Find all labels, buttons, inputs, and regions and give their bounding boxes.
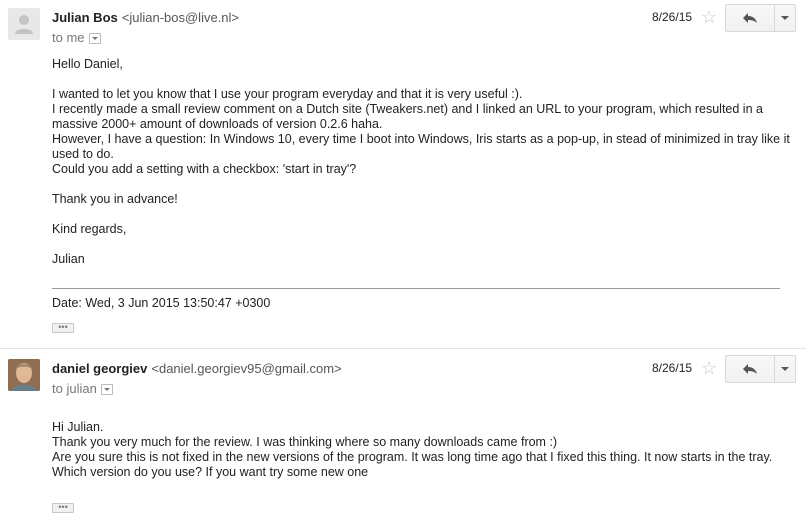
reply-button-group <box>725 4 796 32</box>
star-icon[interactable]: ☆ <box>701 8 717 26</box>
quoted-date: Date: Wed, 3 Jun 2015 13:50:47 +0300 <box>52 296 271 310</box>
message-body: Hi Julian. Thank you very much for the r… <box>52 420 792 480</box>
recipient-summary[interactable]: to me <box>52 30 101 45</box>
star-icon[interactable]: ☆ <box>701 359 717 377</box>
reply-button-group <box>725 355 796 383</box>
reply-button[interactable] <box>726 5 775 31</box>
message-2: daniel georgiev <daniel.georgiev95@gmail.… <box>0 349 806 526</box>
message-date: 8/26/15 <box>652 10 693 24</box>
show-trimmed-content-button[interactable]: ••• <box>52 323 74 333</box>
body-line: Hello Daniel, <box>52 57 123 71</box>
recipient-label: to julian <box>52 381 97 396</box>
body-line: I wanted to let you know that I use your… <box>52 87 523 101</box>
sender[interactable]: Julian Bos <julian-bos@live.nl> <box>52 10 239 25</box>
body-line: Kind regards, <box>52 222 127 236</box>
reply-button[interactable] <box>726 356 775 382</box>
body-line: Hi Julian. <box>52 420 104 434</box>
body-line: Thank you very much for the review. I wa… <box>52 435 558 449</box>
recipient-summary[interactable]: to julian <box>52 381 113 396</box>
sender-name[interactable]: Julian Bos <box>52 10 118 25</box>
person-icon <box>15 15 33 34</box>
recipient-label: to me <box>52 30 85 45</box>
message-date: 8/26/15 <box>652 361 693 375</box>
quote-divider <box>52 288 780 289</box>
reply-icon <box>743 364 757 374</box>
avatar[interactable] <box>8 8 40 40</box>
reply-icon <box>743 13 757 23</box>
profile-photo-icon <box>8 359 40 391</box>
message-body: Hello Daniel, I wanted to let you know t… <box>52 57 792 267</box>
sender[interactable]: daniel georgiev <daniel.georgiev95@gmail.… <box>52 361 342 376</box>
body-line: Julian <box>52 252 85 266</box>
avatar[interactable] <box>8 359 40 391</box>
sender-email: <daniel.georgiev95@gmail.com> <box>151 361 342 376</box>
show-details-icon[interactable] <box>88 33 101 45</box>
body-line: Are you sure this is not fixed in the ne… <box>52 450 773 479</box>
sender-name[interactable]: daniel georgiev <box>52 361 147 376</box>
show-trimmed-content-button[interactable]: ••• <box>52 503 74 513</box>
message-1: Julian Bos <julian-bos@live.nl> to me 8/2… <box>0 0 806 348</box>
body-line: However, I have a question: In Windows 1… <box>52 132 790 161</box>
body-line: Could you add a setting with a checkbox:… <box>52 162 357 176</box>
sender-email: <julian-bos@live.nl> <box>121 10 240 25</box>
body-line: I recently made a small review comment o… <box>52 102 763 131</box>
more-button[interactable] <box>774 356 795 382</box>
body-line: Thank you in advance! <box>52 192 178 206</box>
show-details-icon[interactable] <box>100 384 113 396</box>
more-button[interactable] <box>774 5 795 31</box>
